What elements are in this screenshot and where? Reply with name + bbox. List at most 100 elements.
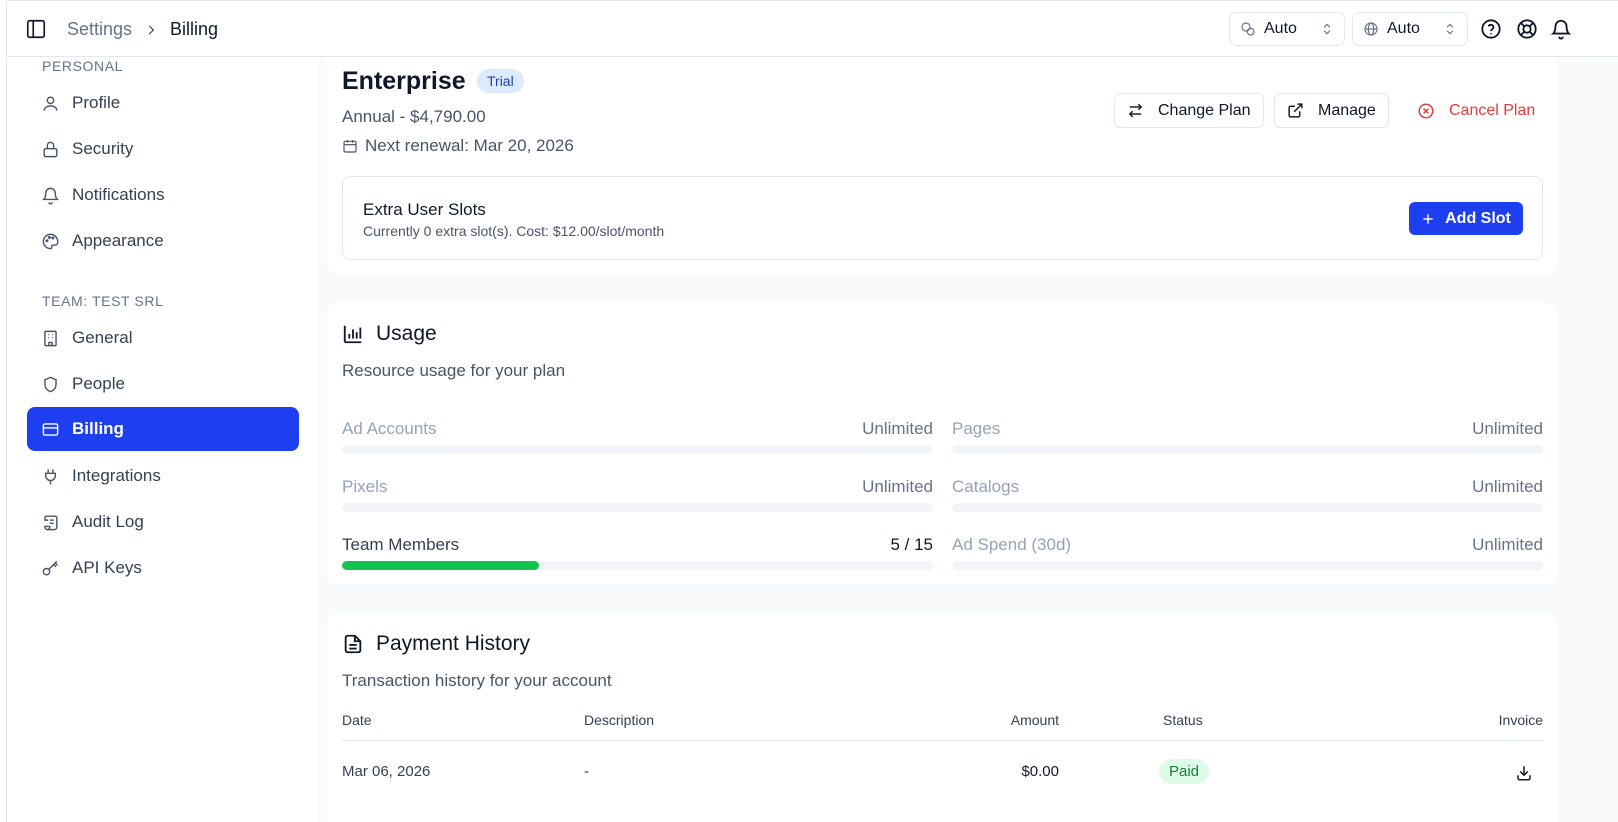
cancel-plan-label: Cancel Plan bbox=[1449, 101, 1536, 119]
plan-name: Enterprise bbox=[342, 67, 466, 95]
theme-select-value: Auto bbox=[1264, 20, 1297, 37]
globe-icon bbox=[1364, 22, 1378, 36]
key-icon bbox=[42, 560, 59, 576]
language-select[interactable]: Auto bbox=[1352, 12, 1468, 46]
sidebar-item-label: Audit Log bbox=[72, 512, 144, 531]
status-badge: Paid bbox=[1159, 759, 1210, 784]
plus-icon bbox=[1423, 213, 1433, 224]
plug-icon bbox=[45, 468, 56, 484]
change-plan-button[interactable]: Change Plan bbox=[1114, 93, 1264, 128]
add-slot-label: Add Slot bbox=[1445, 209, 1511, 227]
sidebar-item-integrations[interactable]: Integrations bbox=[27, 454, 299, 498]
sidebar-item-label: Billing bbox=[72, 419, 124, 438]
usage-value-pages: Unlimited bbox=[1472, 419, 1543, 438]
settings-sidebar: PERSONAL Profile Security Notifications … bbox=[7, 57, 319, 822]
file-text-icon bbox=[344, 634, 362, 654]
usage-label-pages: Pages bbox=[952, 419, 1001, 438]
swap-arrows-icon bbox=[1128, 103, 1143, 118]
row-date: Mar 06, 2026 bbox=[342, 763, 431, 780]
theme-select[interactable]: Auto bbox=[1229, 12, 1345, 46]
building-icon bbox=[44, 330, 57, 346]
breadcrumb-settings[interactable]: Settings bbox=[67, 19, 132, 40]
sidebar-item-label: Security bbox=[72, 139, 134, 158]
sidebar-item-notifications[interactable]: Notifications bbox=[27, 173, 299, 217]
sidebar-item-billing[interactable]: Billing bbox=[27, 407, 299, 451]
external-link-icon bbox=[1288, 103, 1303, 118]
plan-price: Annual - $4,790.00 bbox=[342, 107, 486, 126]
calendar-icon bbox=[343, 140, 357, 153]
row-description: - bbox=[584, 763, 589, 780]
add-slot-button[interactable]: Add Slot bbox=[1409, 202, 1523, 235]
usage-description: Resource usage for your plan bbox=[342, 361, 566, 380]
column-header-invoice: Invoice bbox=[1498, 712, 1543, 728]
usage-value-pixels: Unlimited bbox=[862, 477, 933, 496]
sidebar-item-label: Profile bbox=[72, 93, 121, 112]
usage-progress-track bbox=[342, 561, 933, 570]
sidebar-item-api-keys[interactable]: API Keys bbox=[27, 546, 299, 590]
usage-value-ad-accounts: Unlimited bbox=[862, 419, 933, 438]
usage-progress-track bbox=[952, 445, 1543, 454]
column-header-status: Status bbox=[1163, 712, 1203, 728]
support-icon[interactable] bbox=[1516, 18, 1538, 40]
credit-card-icon bbox=[42, 422, 59, 436]
chevron-up-down-icon bbox=[1446, 23, 1454, 35]
usage-label-ad-spend-30d: Ad Spend (30d) bbox=[952, 535, 1072, 554]
bell-icon bbox=[41, 187, 60, 204]
usage-value-team-members: 5 / 15 bbox=[890, 535, 933, 554]
sidebar-item-general[interactable]: General bbox=[27, 316, 299, 360]
sidebar-item-label: Integrations bbox=[72, 466, 161, 485]
sidebar-item-appearance[interactable]: Appearance bbox=[27, 219, 299, 263]
sidebar-item-label: General bbox=[72, 328, 133, 347]
sidebar-item-label: API Keys bbox=[72, 558, 142, 577]
payment-history-title: Payment History bbox=[342, 632, 530, 656]
cancel-plan-button[interactable]: Cancel Plan bbox=[1409, 93, 1543, 128]
usage-value-ad-spend-30d: Unlimited bbox=[1472, 535, 1543, 554]
chevron-up-down-icon bbox=[1323, 23, 1331, 35]
sidebar-item-label: People bbox=[72, 374, 125, 393]
top-header: Settings Billing Auto Auto bbox=[7, 1, 1618, 57]
shield-icon bbox=[44, 376, 57, 392]
payment-history-title-text: Payment History bbox=[376, 632, 531, 655]
usage-value-catalogs: Unlimited bbox=[1472, 477, 1543, 496]
lock-icon bbox=[43, 141, 58, 157]
usage-progress-track bbox=[342, 503, 933, 512]
plan-renewal: Next renewal: Mar 20, 2026 bbox=[342, 136, 574, 156]
change-plan-label: Change Plan bbox=[1158, 101, 1251, 119]
extra-slots-box: Extra User Slots Currently 0 extra slot(… bbox=[342, 176, 1543, 260]
palette-icon bbox=[42, 233, 59, 249]
column-header-amount: Amount bbox=[1010, 712, 1059, 728]
trial-badge: Trial bbox=[477, 69, 524, 93]
extra-slots-title: Extra User Slots bbox=[363, 200, 486, 219]
sidebar-item-security[interactable]: Security bbox=[27, 127, 299, 171]
section-label-personal: PERSONAL bbox=[42, 58, 124, 74]
section-label-team: TEAM: TEST SRL bbox=[42, 293, 164, 309]
usage-progress-track bbox=[342, 445, 933, 454]
extra-slots-desc: Currently 0 extra slot(s). Cost: $12.00/… bbox=[363, 223, 665, 239]
usage-label-catalogs: Catalogs bbox=[952, 477, 1020, 496]
help-icon[interactable] bbox=[1480, 18, 1502, 40]
usage-title-text: Usage bbox=[376, 322, 437, 345]
sidebar-item-people[interactable]: People bbox=[27, 362, 299, 406]
column-header-description: Description bbox=[584, 712, 655, 728]
usage-title: Usage bbox=[342, 322, 437, 346]
renewal-text: Next renewal: Mar 20, 2026 bbox=[365, 136, 574, 155]
sidebar-item-profile[interactable]: Profile bbox=[27, 81, 299, 125]
bell-icon[interactable] bbox=[1550, 18, 1572, 40]
theme-icon bbox=[1241, 22, 1255, 36]
row-amount: $0.00 bbox=[1021, 763, 1059, 780]
language-select-value: Auto bbox=[1387, 20, 1420, 37]
manage-label: Manage bbox=[1318, 101, 1376, 119]
breadcrumb: Settings Billing bbox=[67, 19, 218, 40]
column-header-date: Date bbox=[342, 712, 372, 728]
usage-label-team-members: Team Members bbox=[342, 535, 460, 554]
breadcrumb-billing: Billing bbox=[170, 19, 219, 39]
sidebar-item-audit-log[interactable]: Audit Log bbox=[27, 500, 299, 544]
usage-progress-fill bbox=[342, 561, 539, 570]
download-icon[interactable] bbox=[1515, 764, 1533, 782]
bar-chart-icon bbox=[343, 325, 362, 344]
table-divider bbox=[342, 740, 1543, 741]
app-frame: Settings Billing Auto Auto PERSONAL Prof… bbox=[6, 0, 1618, 822]
manage-button[interactable]: Manage bbox=[1274, 93, 1389, 128]
sidebar-item-label: Appearance bbox=[72, 231, 164, 250]
sidebar-toggle-icon[interactable] bbox=[25, 18, 47, 40]
